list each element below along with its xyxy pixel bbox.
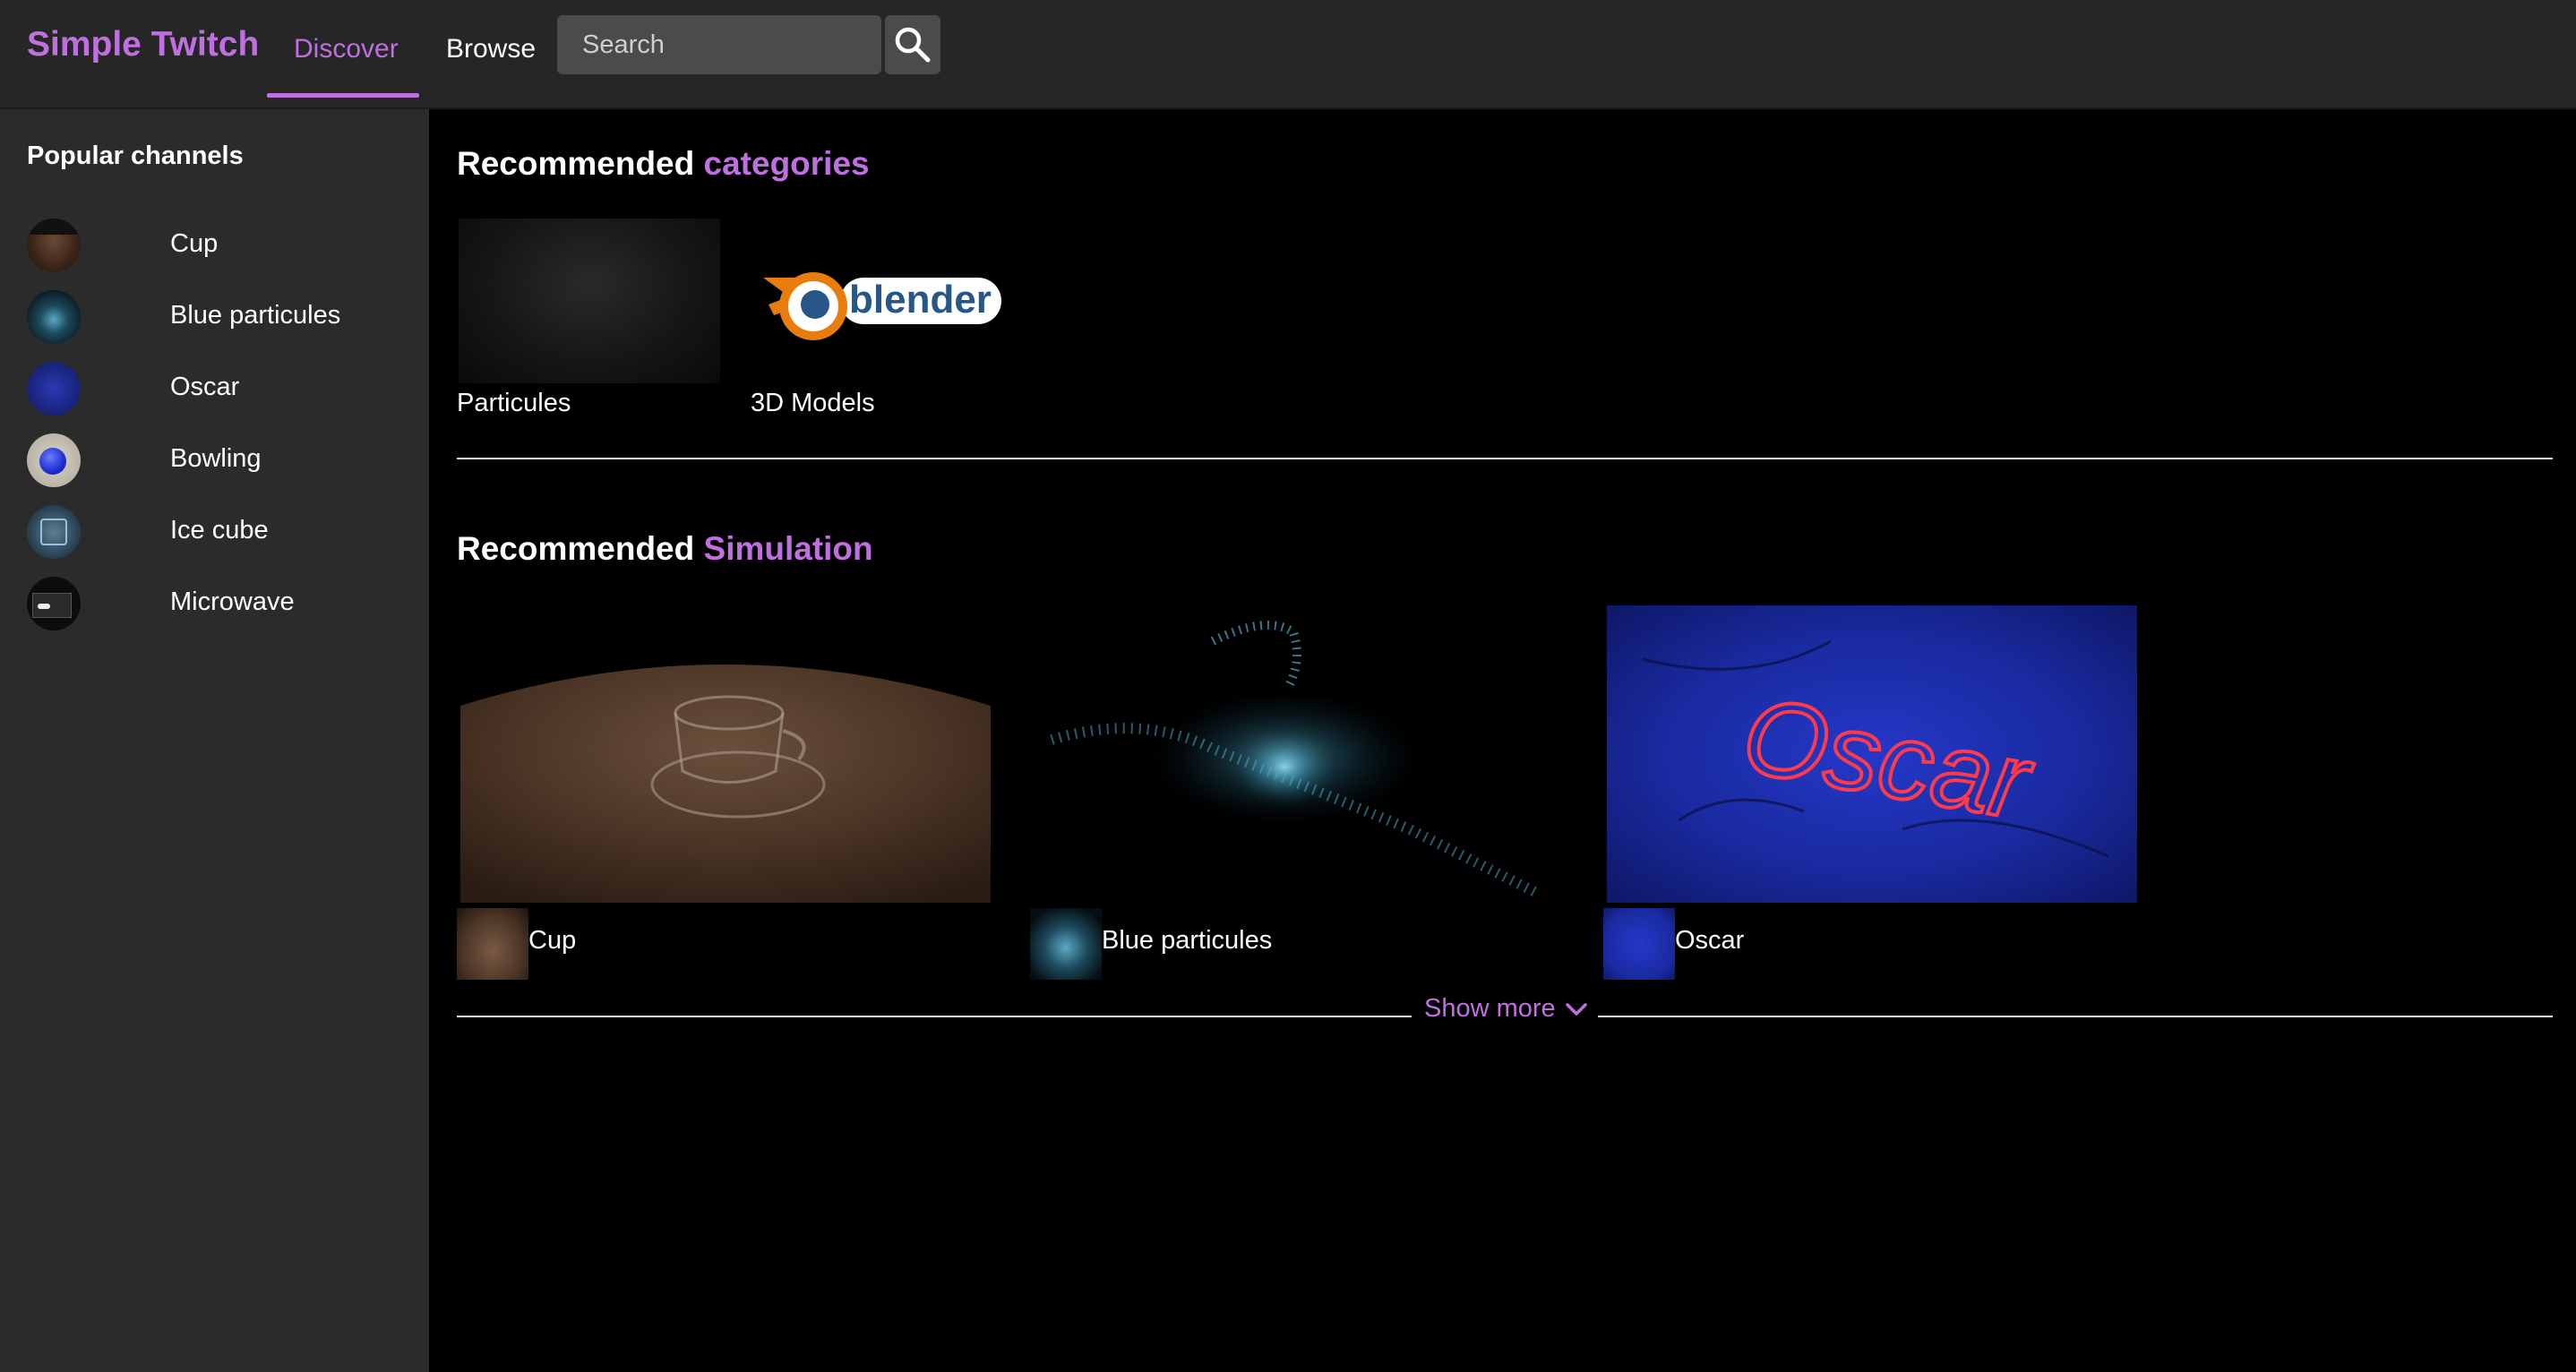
channel-label: Microwave: [170, 587, 295, 616]
stream-label-blue-particules[interactable]: Blue particules: [1102, 926, 1272, 956]
channel-label: Ice cube: [170, 516, 269, 545]
top-bar: Simple Twitch Discover Browse: [0, 0, 2576, 109]
sidebar-title: Popular channels: [27, 141, 244, 170]
title-prefix: Recommended: [457, 145, 695, 182]
category-label-3d-models[interactable]: 3D Models: [751, 389, 875, 418]
search-icon: [895, 27, 931, 63]
sidebar-channel-blue-particules[interactable]: Blue particules: [27, 290, 412, 347]
channel-avatar: [27, 362, 81, 416]
channel-avatar: [27, 577, 81, 630]
oscar-neon-image: Oscar: [1642, 639, 2109, 858]
sidebar-channel-bowling[interactable]: Bowling: [27, 433, 412, 491]
svg-text:blender: blender: [849, 278, 992, 322]
channel-avatar: [27, 433, 81, 487]
show-more-button[interactable]: Show more: [1424, 994, 1588, 1024]
search-input[interactable]: [557, 15, 881, 74]
sidebar-channel-cup[interactable]: Cup: [27, 219, 412, 276]
stream-thumbnail-oscar[interactable]: Oscar: [1607, 605, 2137, 903]
sidebar: Popular channels Cup Blue particules Osc…: [0, 109, 429, 1372]
show-more-divider-left: [457, 1016, 1412, 1017]
stream-avatar-cup: [457, 908, 528, 980]
chevron-down-icon: [1565, 1002, 1587, 1016]
tab-discover[interactable]: Discover: [294, 34, 399, 64]
category-thumbnail-3d-models[interactable]: blender: [751, 219, 1012, 383]
title-accent: Simulation: [703, 530, 873, 567]
section-divider: [457, 458, 2553, 459]
show-more-label: Show more: [1424, 994, 1556, 1023]
title-prefix: Recommended: [457, 530, 695, 567]
channel-avatar: [27, 290, 81, 344]
simulation-section-title: Recommended Simulation: [457, 530, 873, 568]
particles-image: [1050, 621, 1538, 897]
sidebar-channel-ice-cube[interactable]: Ice cube: [27, 505, 412, 562]
stream-thumbnail-blue-particules[interactable]: [1034, 605, 1564, 903]
tab-browse[interactable]: Browse: [446, 34, 536, 64]
category-thumbnail-particules[interactable]: [459, 219, 720, 383]
category-label-particules[interactable]: Particules: [457, 389, 571, 418]
search-button[interactable]: [885, 15, 940, 74]
show-more-divider-right: [1598, 1016, 2553, 1017]
brand-logo[interactable]: Simple Twitch: [27, 25, 259, 64]
blender-logo: blender: [763, 272, 1001, 340]
sidebar-channel-microwave[interactable]: Microwave: [27, 577, 412, 634]
channel-label: Blue particules: [170, 301, 341, 330]
channel-label: Bowling: [170, 444, 262, 473]
channel-avatar: [27, 505, 81, 559]
active-tab-indicator: [267, 93, 419, 98]
cup-scene-image: [460, 665, 991, 903]
stream-label-oscar[interactable]: Oscar: [1675, 926, 1744, 956]
stream-thumbnail-cup[interactable]: [460, 605, 991, 903]
channel-label: Cup: [170, 229, 219, 258]
stream-avatar-oscar: [1603, 908, 1675, 980]
categories-section-title: Recommended categories: [457, 145, 870, 183]
svg-text:Oscar: Oscar: [1735, 674, 2041, 843]
channel-avatar: [27, 219, 81, 272]
sidebar-channel-oscar[interactable]: Oscar: [27, 362, 412, 419]
stream-label-cup[interactable]: Cup: [528, 926, 576, 956]
channel-label: Oscar: [170, 373, 240, 401]
stream-avatar-blue-particules: [1030, 908, 1102, 980]
title-accent: categories: [703, 145, 870, 182]
